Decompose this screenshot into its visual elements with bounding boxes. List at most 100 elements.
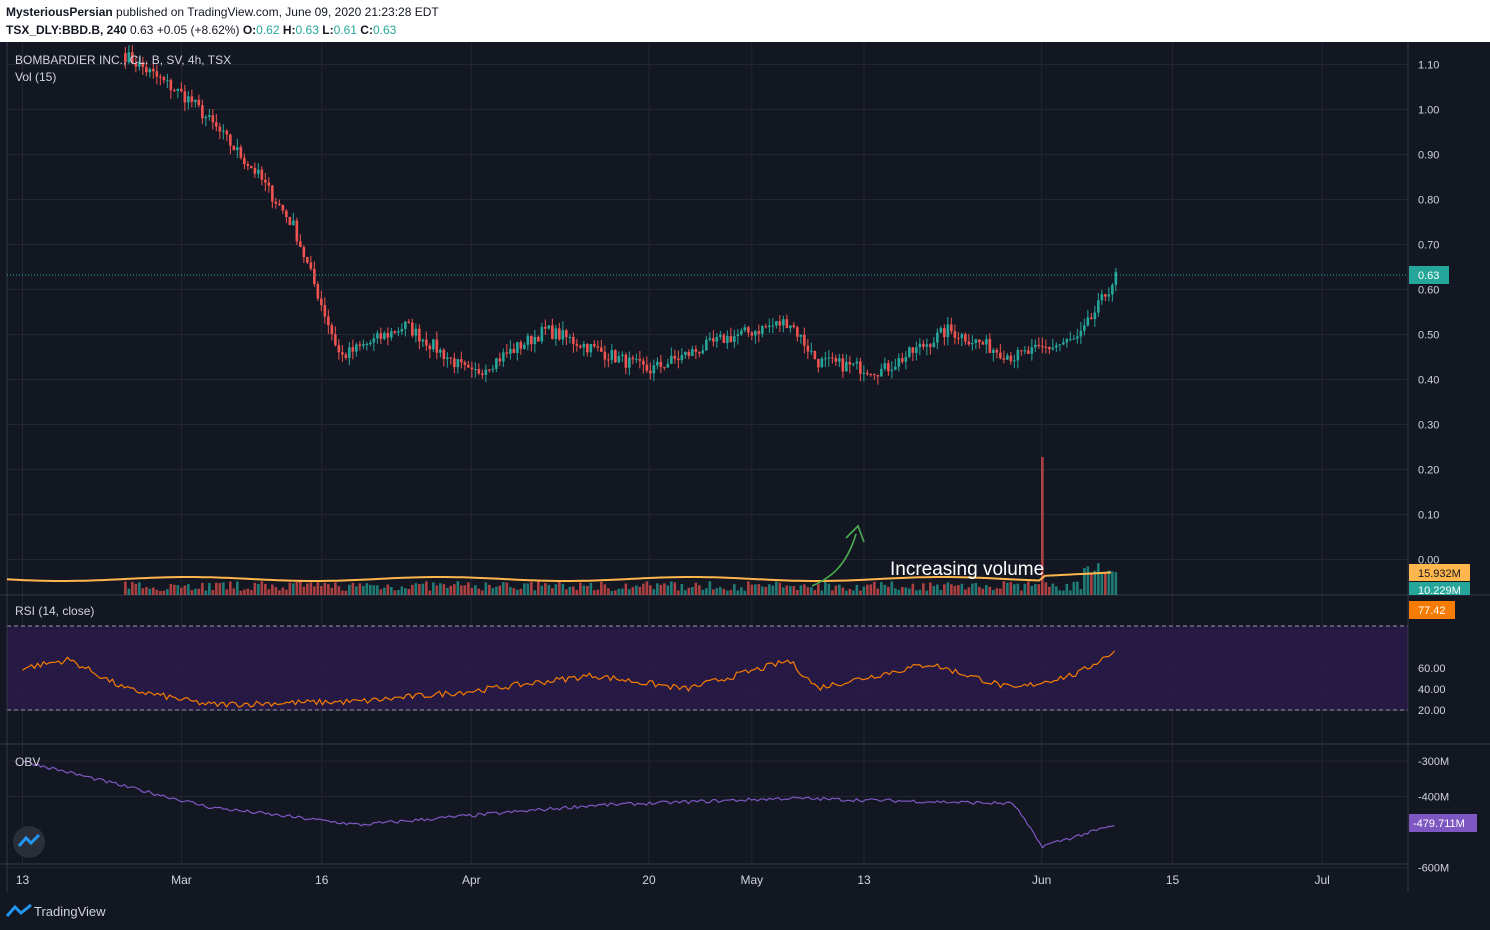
volume-bar — [1097, 563, 1100, 595]
candle-body — [575, 343, 579, 346]
candle-body — [1114, 271, 1118, 286]
candle-body — [572, 336, 575, 344]
candle-body — [1090, 317, 1093, 320]
candle-body — [586, 343, 589, 353]
volume-bar — [218, 583, 222, 595]
candle-body — [159, 76, 162, 78]
volume-bar — [897, 589, 901, 595]
candle-body — [579, 345, 582, 348]
volume-bar — [337, 586, 341, 595]
candle-body — [568, 336, 572, 338]
candle-body — [306, 257, 309, 263]
volume-bar — [372, 585, 376, 595]
candle-body — [635, 358, 638, 360]
candle-body — [953, 331, 957, 338]
candle-body — [932, 342, 936, 347]
volume-bar — [670, 581, 673, 595]
volume-bar — [715, 588, 719, 595]
candle-body — [981, 342, 985, 345]
candle-body — [204, 116, 208, 119]
candle-body — [1030, 347, 1034, 354]
candle-body — [460, 359, 463, 363]
candle-body — [894, 366, 897, 370]
volume-bar — [404, 588, 407, 595]
volume-bar — [351, 582, 355, 595]
volume-bar — [890, 581, 894, 595]
footer-brand[interactable]: TradingView — [34, 904, 106, 919]
volume-bar — [309, 582, 313, 595]
candle-body — [477, 369, 481, 374]
volume-bar — [950, 584, 953, 595]
candle-body — [890, 369, 894, 372]
candle-body — [229, 134, 232, 146]
obv-tick-label: -300M — [1418, 756, 1449, 768]
volume-bar — [701, 589, 705, 595]
author-name[interactable]: MysteriousPersian — [6, 5, 113, 19]
volume-bar — [313, 586, 316, 595]
candle-body — [211, 115, 215, 123]
candle-body — [239, 147, 243, 158]
volume-bar — [1002, 581, 1006, 595]
candle-body — [232, 145, 236, 151]
volume-bar — [1037, 584, 1041, 595]
volume-bar — [691, 587, 694, 595]
price-tick-label: 1.00 — [1418, 105, 1439, 117]
volume-bar — [708, 581, 712, 595]
volume-bar — [530, 581, 533, 595]
candle-body — [820, 358, 824, 368]
price-tick-label: 0.10 — [1418, 510, 1439, 522]
candle-body — [817, 358, 820, 368]
candle-body — [505, 352, 509, 354]
price-tick-label: 0.20 — [1418, 465, 1439, 477]
candle-body — [789, 325, 792, 329]
candle-body — [887, 363, 890, 372]
candle-body — [295, 220, 299, 242]
volume-bar — [820, 590, 824, 595]
volume-bar — [925, 590, 929, 595]
volume-bar — [488, 584, 491, 595]
volume-bar — [152, 587, 155, 595]
volume-bar — [852, 590, 855, 595]
candle-body — [526, 335, 530, 345]
candle-body — [610, 350, 614, 360]
volume-bar — [463, 585, 467, 595]
candle-body — [628, 357, 631, 368]
candle-body — [1058, 344, 1062, 346]
volume-bar — [617, 588, 621, 595]
volume-bar — [425, 581, 428, 595]
volume-bar — [1027, 581, 1030, 595]
candle-body — [432, 339, 435, 350]
chart-canvas[interactable]: 1.10 1.00 0.90 0.80 0.70 0.60 0.50 0.40 0.30 0.20… — [0, 42, 1490, 892]
rsi-tick-label: 60.00 — [1418, 663, 1446, 675]
volume-bar — [288, 582, 292, 595]
volume-bar — [687, 587, 691, 595]
volume-bar — [187, 583, 190, 595]
publish-header: MysteriousPersian published on TradingVi… — [0, 0, 1490, 42]
candle-body — [467, 364, 470, 368]
volume-bar — [589, 582, 593, 595]
vol-ma-badge-text: 15.932M — [1418, 568, 1461, 580]
volume-bar — [624, 583, 628, 595]
volume-bar — [607, 588, 610, 595]
volume-bar — [642, 583, 645, 595]
candle-body — [337, 345, 341, 353]
volume-bar — [460, 585, 463, 595]
volume-bar — [201, 582, 204, 595]
candle-body — [484, 369, 488, 375]
volume-bar — [817, 584, 820, 595]
volume-bar — [554, 584, 558, 595]
volume-bar — [824, 582, 827, 595]
candle-body — [873, 374, 876, 376]
volume-bar — [834, 585, 838, 595]
volume-bar — [1051, 583, 1055, 595]
obv-badge-text: -479.711M — [1413, 818, 1465, 830]
candle-body — [754, 331, 757, 336]
volume-bar — [180, 587, 183, 595]
volume-bar — [911, 583, 915, 595]
candle-body — [1086, 317, 1090, 326]
volume-bar — [215, 582, 218, 595]
volume-bar — [768, 584, 771, 595]
volume-bar — [204, 590, 208, 595]
volume-bar — [400, 586, 404, 595]
volume-bar — [957, 585, 960, 595]
